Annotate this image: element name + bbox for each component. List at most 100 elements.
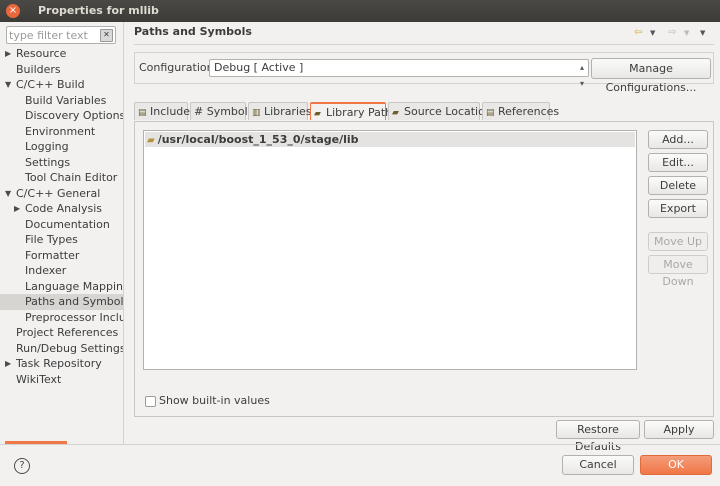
tree-item[interactable]: Documentation	[0, 217, 123, 233]
apply-button[interactable]: Apply	[644, 420, 714, 439]
tree-item[interactable]: ▶ Resource	[0, 46, 123, 62]
restore-defaults-button[interactable]: Restore Defaults	[556, 420, 640, 453]
tree-item-label: Run/Debug Settings	[16, 341, 123, 355]
tab-libraries[interactable]: ▥ Libraries	[248, 102, 312, 120]
tree-item[interactable]: Indexer	[0, 263, 123, 279]
cancel-button[interactable]: Cancel	[562, 455, 634, 475]
tree-item[interactable]: ▼ C/C++ General	[0, 186, 123, 202]
expand-arrow-icon[interactable]: ▶	[5, 46, 11, 62]
tree-item-label: Settings	[25, 155, 71, 169]
tree-item-label: Tool Chain Editor	[25, 171, 118, 184]
add-button[interactable]: Add...	[648, 130, 708, 149]
clear-filter-icon[interactable]: ✕	[100, 29, 113, 42]
footer-divider	[0, 444, 720, 445]
move-up-button[interactable]: Move Up	[648, 232, 708, 251]
collapse-arrow-icon[interactable]: ▼	[5, 77, 11, 93]
libraries-icon: ▥	[252, 108, 261, 118]
tab-label: References	[498, 105, 560, 118]
tree-item-label: Build Variables	[25, 93, 107, 107]
tree-item[interactable]: Logging	[0, 139, 123, 155]
tree-item-label: Documentation	[25, 217, 110, 231]
tree-item[interactable]: Discovery Options	[0, 108, 123, 124]
edit-button[interactable]: Edit...	[648, 153, 708, 172]
tree-item[interactable]: File Types	[0, 232, 123, 248]
tree-item[interactable]: Formatter	[0, 248, 123, 264]
tree-item-label: Discovery Options	[25, 109, 123, 122]
tree-item[interactable]: Language Mappings	[0, 279, 123, 295]
tree-item-label: Resource	[16, 47, 67, 60]
tree-item-label: Builders	[16, 62, 61, 76]
back-dropdown-icon[interactable]: ▼	[650, 29, 655, 37]
includes-icon: ▤	[138, 108, 147, 118]
tree-item-label: Language Mappings	[25, 279, 123, 293]
filter-input[interactable]	[7, 27, 99, 43]
forward-arrow-icon[interactable]: ⇨	[668, 27, 676, 38]
tree-item[interactable]: Paths and Symbols	[0, 294, 123, 310]
manage-configurations-button[interactable]: Manage Configurations...	[591, 58, 711, 94]
tree-item-label: Indexer	[25, 264, 67, 277]
tree-item[interactable]: Environment	[0, 124, 123, 140]
tree-item-label: C/C++ Build	[16, 78, 85, 91]
tree-item[interactable]: Build Variables	[0, 93, 123, 109]
properties-tree: ▶ Resource Builders ▼ C/C++ Build Build Varia…	[0, 46, 123, 387]
tree-item[interactable]: Builders	[0, 62, 123, 78]
window-titlebar: × Properties for mllib	[0, 0, 720, 22]
tree-item[interactable]: ▶ Task Repository	[0, 356, 123, 372]
view-menu-icon[interactable]: ▼	[700, 29, 705, 37]
close-window-button[interactable]: ×	[6, 4, 20, 18]
folder-icon: ▰	[147, 135, 155, 146]
window-title: Properties for mllib	[38, 4, 159, 17]
tab-includes[interactable]: ▤ Includes	[134, 102, 196, 120]
configuration-value: Debug [ Active ]	[214, 61, 304, 74]
configuration-label: Configuration:	[139, 61, 218, 74]
updown-icon: ▴ ▾	[579, 63, 584, 88]
tree-item[interactable]: Preprocessor Include	[0, 310, 123, 326]
tab-label: Libraries	[264, 105, 312, 118]
forward-dropdown-icon[interactable]: ▼	[684, 29, 689, 37]
expand-arrow-icon[interactable]: ▶	[14, 201, 20, 217]
tree-item[interactable]: Run/Debug Settings	[0, 341, 123, 357]
library-paths-list[interactable]: ▰/usr/local/boost_1_53_0/stage/lib	[143, 130, 637, 370]
tree-item-label: WikiText	[16, 372, 62, 386]
expand-arrow-icon[interactable]: ▶	[5, 356, 11, 372]
tree-item[interactable]: Tool Chain Editor	[0, 170, 123, 186]
header-divider	[134, 44, 714, 45]
move-down-button[interactable]: Move Down	[648, 255, 708, 288]
tab-symbols[interactable]: # Symbols	[190, 102, 253, 120]
back-arrow-icon[interactable]: ⇦	[634, 27, 642, 38]
delete-button[interactable]: Delete	[648, 176, 708, 195]
tab-references[interactable]: ▤ References	[482, 102, 559, 120]
tab-library-paths[interactable]: ▰ Library Paths	[310, 102, 398, 120]
tree-item[interactable]: Settings	[0, 155, 123, 171]
sidebar: ✕ ▶ Resource Builders ▼ C/C++ Build Build Var…	[0, 22, 124, 444]
tree-item-label: C/C++ General	[16, 186, 101, 200]
tab-label: # Symbols	[194, 105, 254, 118]
collapse-arrow-icon[interactable]: ▼	[5, 186, 11, 202]
ok-button[interactable]: OK	[640, 455, 712, 475]
show-builtin-label: Show built-in values	[159, 394, 270, 407]
tab-label: Includes	[150, 105, 196, 118]
tree-item-label: Code Analysis	[25, 202, 102, 215]
source-folder-icon: ▰	[392, 108, 399, 118]
library-path-text: /usr/local/boost_1_53_0/stage/lib	[157, 133, 359, 146]
page-title: Paths and Symbols	[134, 25, 252, 38]
tree-item-label: Logging	[25, 140, 69, 153]
export-button[interactable]: Export	[648, 199, 708, 218]
tree-item[interactable]: WikiText	[0, 372, 123, 388]
configuration-select[interactable]: Debug [ Active ] ▴ ▾	[209, 59, 589, 88]
tree-item[interactable]: ▶ Code Analysis	[0, 201, 123, 217]
tree-item-label: Preprocessor Include	[25, 310, 123, 324]
tree-item-label: Task Repository	[16, 357, 102, 370]
tree-item[interactable]: ▼ C/C++ Build	[0, 77, 123, 93]
help-icon[interactable]: ?	[14, 458, 30, 474]
tree-item-label: Formatter	[25, 248, 80, 262]
tree-item-label: File Types	[25, 233, 78, 246]
tab-source-location[interactable]: ▰ Source Location	[388, 102, 492, 120]
configuration-group: Configuration: Debug [ Active ] ▴ ▾ Manag…	[134, 52, 714, 94]
tree-item[interactable]: Project References	[0, 325, 123, 341]
library-paths-panel: ▰/usr/local/boost_1_53_0/stage/lib Add..…	[134, 121, 714, 417]
filter-box: ✕	[6, 26, 116, 44]
list-item[interactable]: ▰/usr/local/boost_1_53_0/stage/lib	[145, 132, 635, 147]
tree-item-label: Environment	[25, 124, 96, 138]
show-builtin-checkbox[interactable]	[145, 396, 156, 407]
